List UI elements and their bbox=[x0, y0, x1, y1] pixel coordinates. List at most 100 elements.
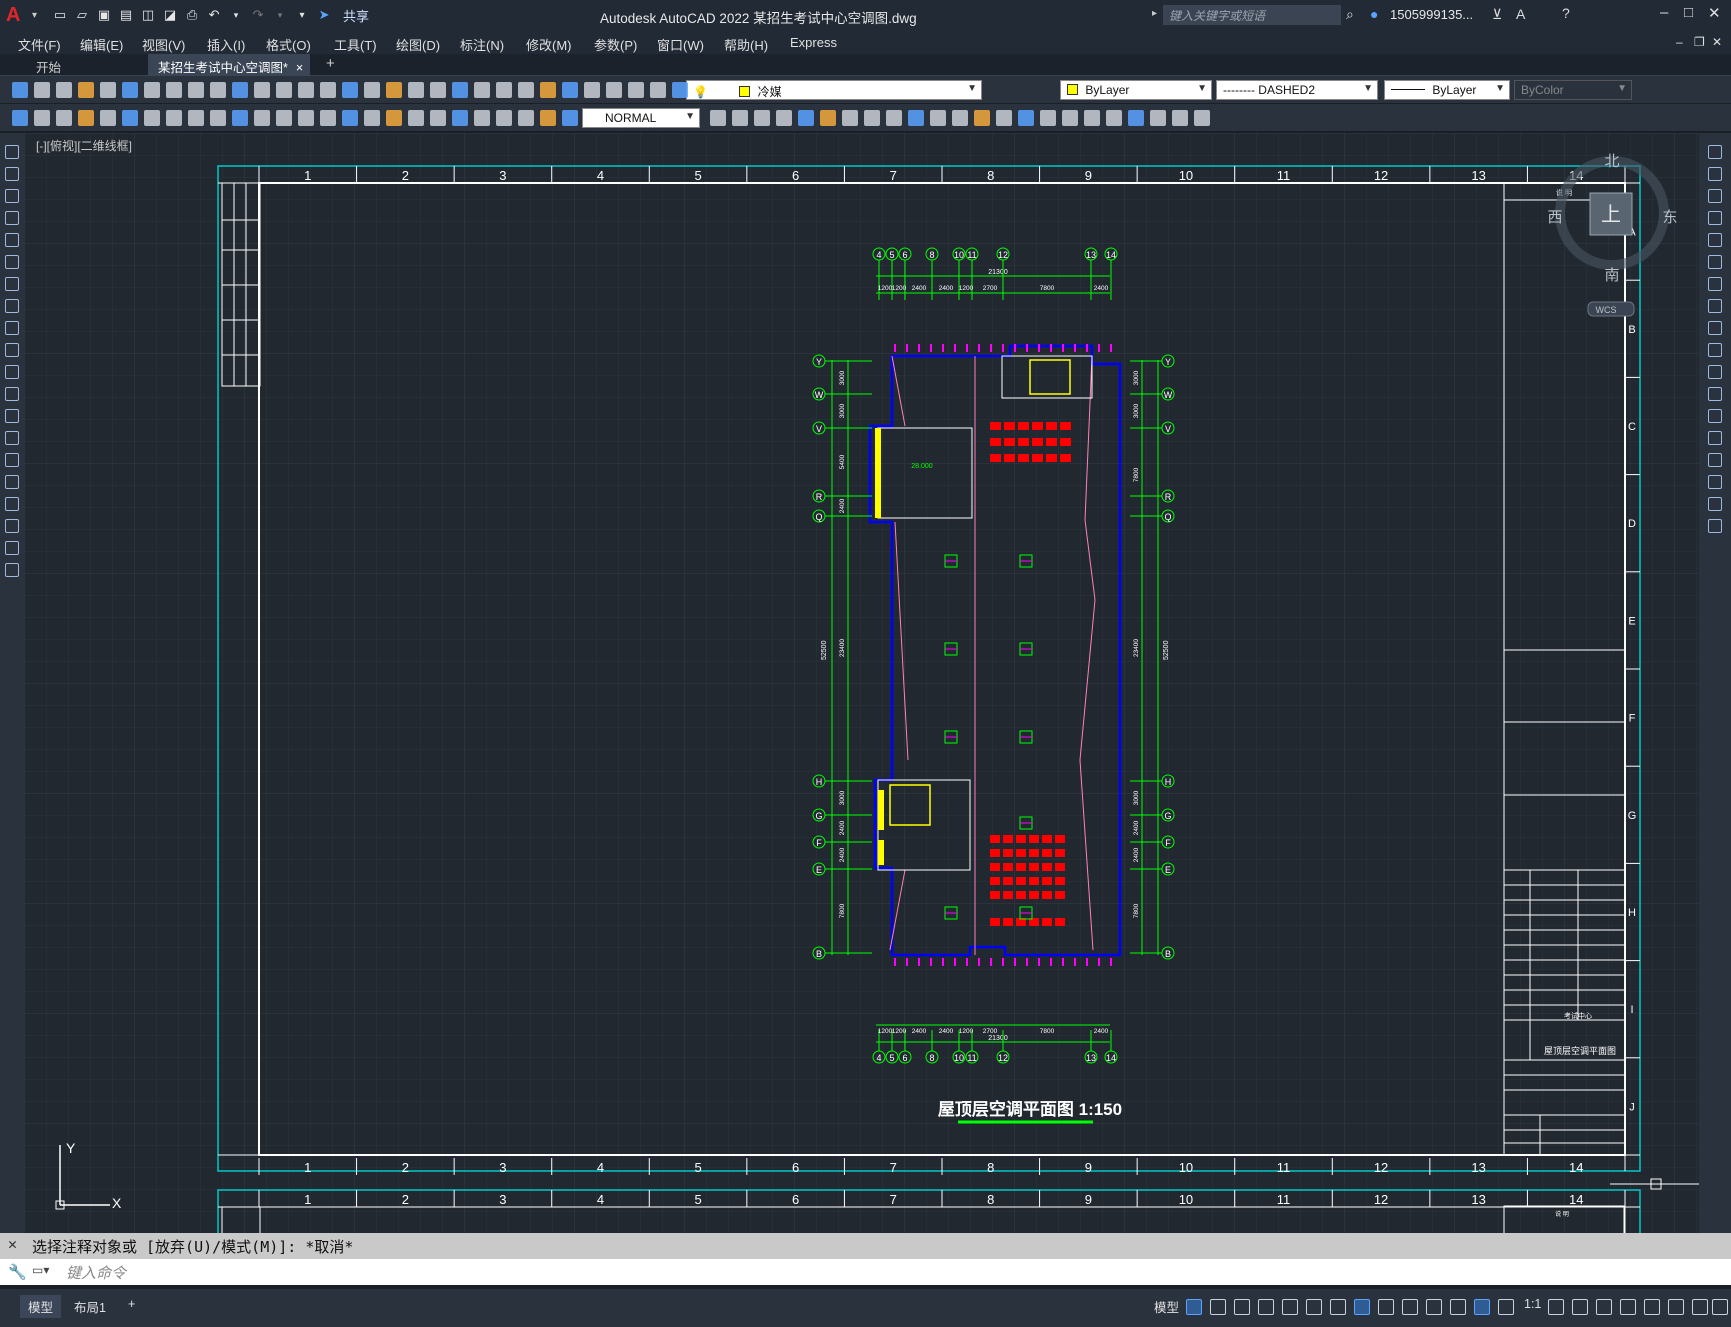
draw-tool-icon[interactable] bbox=[144, 110, 160, 126]
modify-tool-icon[interactable] bbox=[1708, 167, 1722, 181]
menu-item-8[interactable]: 修改(M) bbox=[526, 35, 572, 54]
standard-tool-icon[interactable] bbox=[518, 82, 534, 98]
restore-doc-icon[interactable]: ❐ bbox=[1694, 35, 1705, 49]
save-icon[interactable]: ▣ bbox=[95, 6, 113, 24]
status-toggle-icon[interactable] bbox=[1548, 1299, 1564, 1315]
standard-tool-icon[interactable] bbox=[210, 82, 226, 98]
status-toggle-icon[interactable] bbox=[1234, 1299, 1250, 1315]
standard-tool-icon[interactable] bbox=[122, 82, 138, 98]
open-icon[interactable]: ▱ bbox=[73, 6, 91, 24]
new-icon[interactable]: ▭ bbox=[51, 6, 69, 24]
draw-tool-icon[interactable] bbox=[254, 110, 270, 126]
draw-tool-icon[interactable] bbox=[5, 475, 19, 489]
standard-tool-icon[interactable] bbox=[408, 82, 424, 98]
standard-tool-icon[interactable] bbox=[166, 82, 182, 98]
modify-tool-icon[interactable] bbox=[1708, 189, 1722, 203]
standard-tool-icon[interactable] bbox=[430, 82, 446, 98]
standard-tool-icon[interactable] bbox=[474, 82, 490, 98]
command-customize-icon[interactable]: 🔧 bbox=[8, 1263, 27, 1281]
status-toggle-icon[interactable] bbox=[1474, 1299, 1490, 1315]
draw-tool-icon[interactable] bbox=[908, 110, 924, 126]
modify-tool-icon[interactable] bbox=[1708, 277, 1722, 291]
modify-tool-icon[interactable] bbox=[1708, 233, 1722, 247]
status-toggle-icon[interactable] bbox=[1186, 1299, 1202, 1315]
modify-tool-icon[interactable] bbox=[1708, 145, 1722, 159]
status-toggle-icon[interactable] bbox=[1712, 1299, 1728, 1315]
standard-tool-icon[interactable] bbox=[584, 82, 600, 98]
draw-tool-icon[interactable] bbox=[518, 110, 534, 126]
status-toggle-icon[interactable] bbox=[1668, 1299, 1684, 1315]
menu-item-12[interactable]: Express bbox=[790, 35, 837, 50]
menu-item-0[interactable]: 文件(F) bbox=[18, 35, 61, 54]
lineweight-dropdown[interactable]: ByLayer ▼ bbox=[1384, 80, 1510, 100]
undo-dropdown-icon[interactable]: ▾ bbox=[227, 6, 245, 24]
draw-tool-icon[interactable] bbox=[5, 167, 19, 181]
open-web-icon[interactable]: ◫ bbox=[139, 6, 157, 24]
modify-tool-icon[interactable] bbox=[1708, 255, 1722, 269]
minimize-doc-icon[interactable]: – bbox=[1676, 35, 1683, 49]
menu-item-9[interactable]: 参数(P) bbox=[594, 35, 637, 54]
draw-tool-icon[interactable] bbox=[1106, 110, 1122, 126]
draw-tool-icon[interactable] bbox=[34, 110, 50, 126]
draw-tool-icon[interactable] bbox=[5, 343, 19, 357]
annotation-scale[interactable]: 1:1 bbox=[1516, 1295, 1549, 1313]
menu-item-1[interactable]: 编辑(E) bbox=[80, 35, 123, 54]
menu-item-4[interactable]: 格式(O) bbox=[266, 35, 311, 54]
draw-tool-icon[interactable] bbox=[1150, 110, 1166, 126]
draw-tool-icon[interactable] bbox=[188, 110, 204, 126]
status-toggle-icon[interactable] bbox=[1258, 1299, 1274, 1315]
draw-tool-icon[interactable] bbox=[1128, 110, 1144, 126]
status-toggle-icon[interactable] bbox=[1692, 1299, 1708, 1315]
status-toggle-icon[interactable] bbox=[1402, 1299, 1418, 1315]
status-toggle-icon[interactable] bbox=[1572, 1299, 1588, 1315]
draw-tool-icon[interactable] bbox=[364, 110, 380, 126]
draw-tool-icon[interactable] bbox=[754, 110, 770, 126]
tab-drawing[interactable]: 某招生考试中心空调图* × bbox=[148, 54, 310, 76]
cart-icon[interactable]: ⊻ bbox=[1492, 6, 1502, 23]
status-toggle-icon[interactable] bbox=[1644, 1299, 1660, 1315]
status-toggle-icon[interactable] bbox=[1210, 1299, 1226, 1315]
draw-tool-icon[interactable] bbox=[540, 110, 556, 126]
draw-tool-icon[interactable] bbox=[776, 110, 792, 126]
customize-qat-icon[interactable]: ▾ bbox=[293, 6, 311, 24]
standard-tool-icon[interactable] bbox=[452, 82, 468, 98]
standard-tool-icon[interactable] bbox=[628, 82, 644, 98]
autocad-logo[interactable]: A bbox=[6, 3, 30, 27]
cad-drawing-canvas[interactable]: 1 2 3 4 5 6 7 8 9 10 11 12 13 14 1 2 3 4 5 6 7 8 9 10 11 12 13 14 … bbox=[24, 133, 1699, 1233]
draw-tool-icon[interactable] bbox=[930, 110, 946, 126]
draw-tool-icon[interactable] bbox=[320, 110, 336, 126]
draw-tool-icon[interactable] bbox=[5, 299, 19, 313]
draw-tool-icon[interactable] bbox=[5, 453, 19, 467]
menu-item-6[interactable]: 绘图(D) bbox=[396, 35, 440, 54]
tab-start[interactable]: 开始 bbox=[28, 54, 148, 76]
draw-tool-icon[interactable] bbox=[820, 110, 836, 126]
draw-tool-icon[interactable] bbox=[78, 110, 94, 126]
menu-item-2[interactable]: 视图(V) bbox=[142, 35, 185, 54]
menu-item-3[interactable]: 插入(I) bbox=[207, 35, 245, 54]
redo-icon[interactable]: ↷ bbox=[249, 6, 267, 24]
draw-tool-icon[interactable] bbox=[5, 277, 19, 291]
modify-tool-icon[interactable] bbox=[1708, 365, 1722, 379]
plot-icon[interactable]: ⎙ bbox=[183, 6, 201, 24]
save-as-icon[interactable]: ▤ bbox=[117, 6, 135, 24]
draw-tool-icon[interactable] bbox=[474, 110, 490, 126]
draw-tool-icon[interactable] bbox=[710, 110, 726, 126]
tab-layout1[interactable]: 布局1 bbox=[66, 1295, 114, 1318]
draw-tool-icon[interactable] bbox=[5, 255, 19, 269]
plotstyle-dropdown[interactable]: ByColor ▼ bbox=[1514, 80, 1632, 100]
draw-tool-icon[interactable] bbox=[5, 541, 19, 555]
modify-tool-icon[interactable] bbox=[1708, 211, 1722, 225]
standard-tool-icon[interactable] bbox=[254, 82, 270, 98]
minimize-icon[interactable]: – bbox=[1660, 4, 1668, 21]
status-toggle-icon[interactable] bbox=[1450, 1299, 1466, 1315]
status-toggle-icon[interactable] bbox=[1306, 1299, 1322, 1315]
status-toggle-icon[interactable] bbox=[1426, 1299, 1442, 1315]
standard-tool-icon[interactable] bbox=[342, 82, 358, 98]
draw-tool-icon[interactable] bbox=[952, 110, 968, 126]
standard-tool-icon[interactable] bbox=[298, 82, 314, 98]
user-account[interactable]: 1505999135... bbox=[1390, 7, 1473, 22]
draw-tool-icon[interactable] bbox=[974, 110, 990, 126]
app-menu-chevron-icon[interactable]: ▾ bbox=[32, 10, 37, 21]
status-toggle-icon[interactable] bbox=[1498, 1299, 1514, 1315]
menu-item-11[interactable]: 帮助(H) bbox=[724, 35, 768, 54]
